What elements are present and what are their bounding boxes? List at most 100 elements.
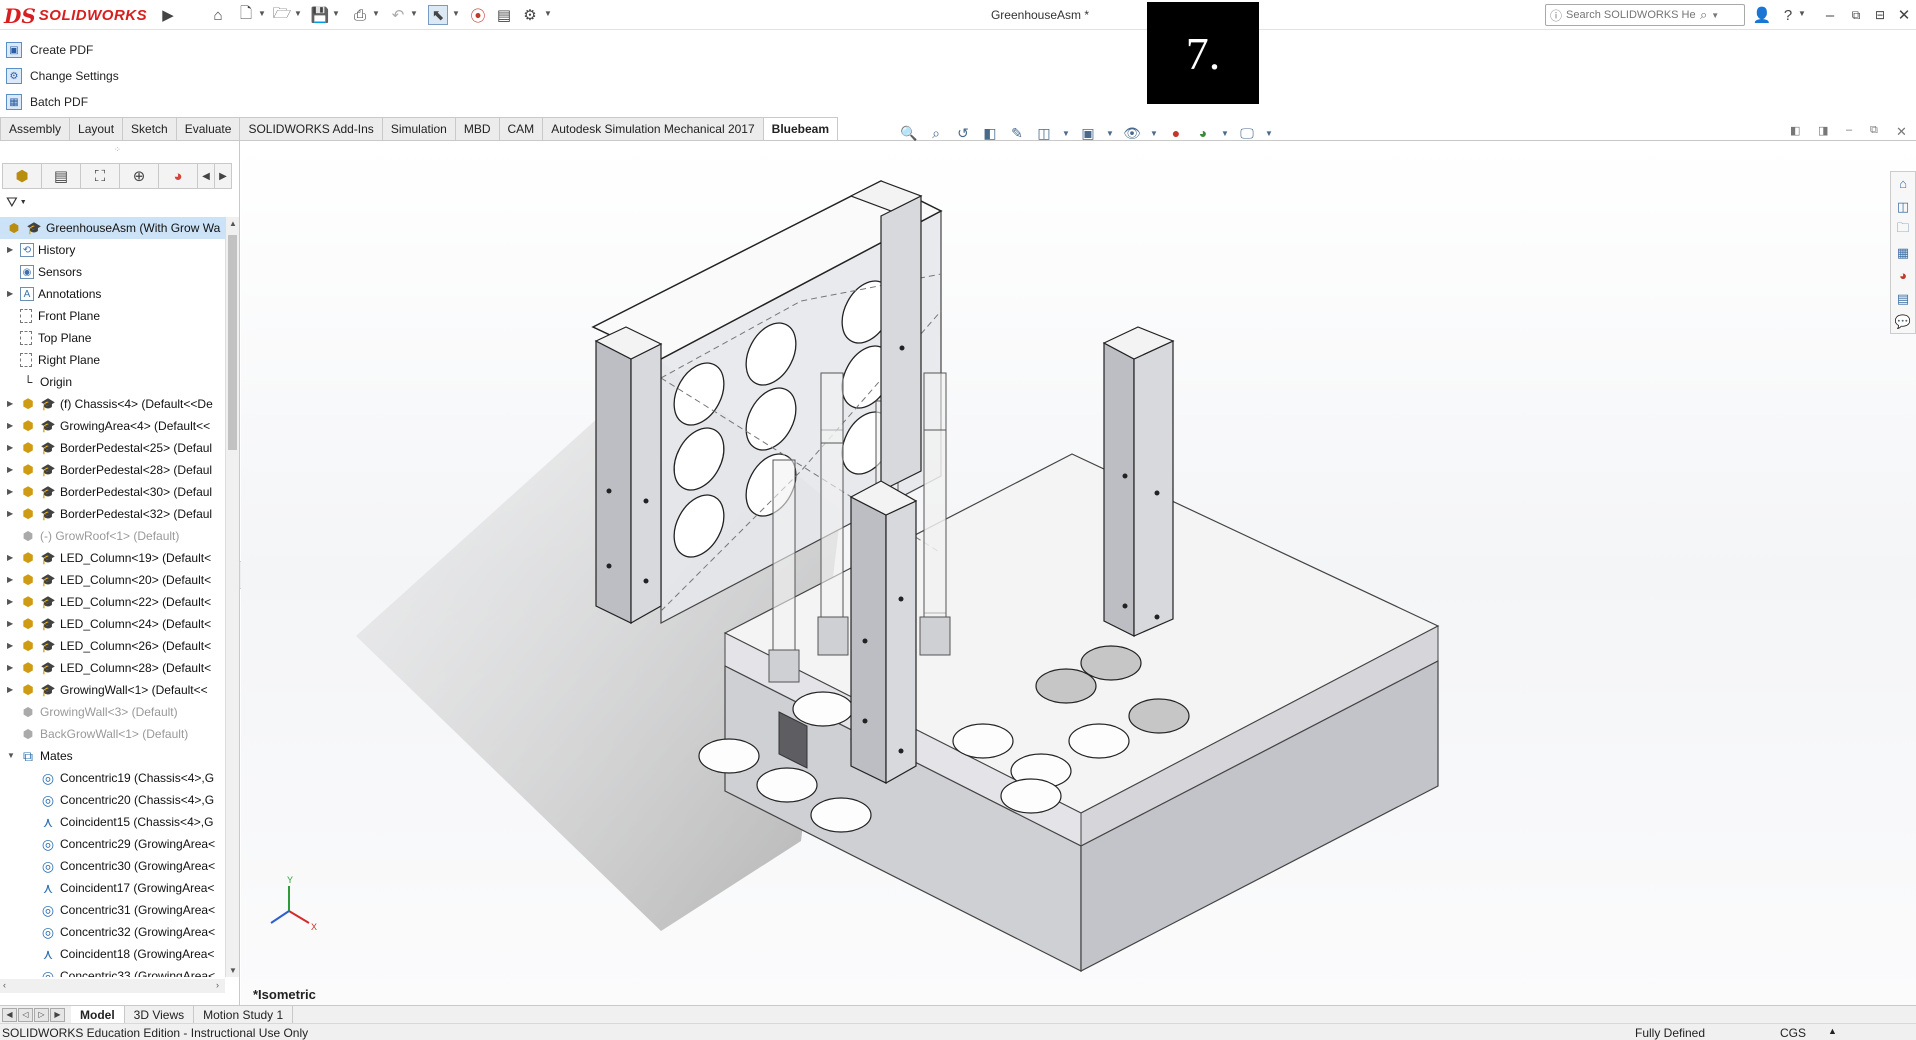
tile-windows-icon[interactable]: ⊟ bbox=[1870, 5, 1890, 25]
tree-node[interactable]: ▶ ⟲ History bbox=[0, 239, 225, 261]
change-settings-button[interactable]: ⚙ Change Settings bbox=[6, 65, 119, 87]
chevron-down-icon[interactable]: ▼ bbox=[1062, 124, 1070, 142]
appearances-icon[interactable]: ◕ bbox=[1891, 264, 1915, 287]
hide-show-items-icon[interactable]: 👁 bbox=[1123, 124, 1141, 142]
tree-node[interactable]: ▶ A Annotations bbox=[0, 283, 225, 305]
create-pdf-button[interactable]: ▣ Create PDF bbox=[6, 39, 93, 61]
tree-node[interactable]: Right Plane bbox=[0, 349, 225, 371]
tree-node[interactable]: ⬢ BackGrowWall<1> (Default) bbox=[0, 723, 225, 745]
zoom-to-area-icon[interactable]: ⌕ bbox=[927, 124, 945, 142]
tree-node[interactable]: ▶ ⬢ 🎓 BorderPedestal<30> (Defaul bbox=[0, 481, 225, 503]
tree-node[interactable]: ◎ Concentric29 (GrowingArea< bbox=[0, 833, 225, 855]
tree-node[interactable]: ▶ ⬢ 🎓 LED_Column<26> (Default< bbox=[0, 635, 225, 657]
expand-arrow-icon[interactable]: ▶ bbox=[7, 465, 13, 474]
search-input[interactable] bbox=[1566, 9, 1697, 21]
expand-arrow-icon[interactable]: ▶ bbox=[7, 487, 13, 496]
new-document-icon[interactable]: 🗋 bbox=[236, 5, 256, 25]
options-gear-icon[interactable]: ⚙ bbox=[520, 5, 540, 25]
expand-arrow-icon[interactable]: ▶ bbox=[7, 399, 13, 408]
display-manager-tab-icon[interactable]: ◕ bbox=[158, 163, 198, 189]
chevron-down-icon[interactable]: ▼ bbox=[1711, 11, 1719, 20]
chevron-down-icon[interactable]: ▼ bbox=[1221, 124, 1229, 142]
expand-arrow-icon[interactable]: ▶ bbox=[7, 575, 13, 584]
tree-node[interactable]: ◎ Concentric19 (Chassis<4>,G bbox=[0, 767, 225, 789]
next-tab-icon[interactable]: ▷ bbox=[34, 1007, 49, 1022]
expand-arrow-icon[interactable]: ▶ bbox=[7, 619, 13, 628]
tree-node[interactable]: ◎ Concentric31 (GrowingArea< bbox=[0, 899, 225, 921]
tab-motion-study[interactable]: Motion Study 1 bbox=[194, 1006, 294, 1023]
prev-tab-icon[interactable]: ◁ bbox=[18, 1007, 33, 1022]
tree-node[interactable]: ⋏ Coincident15 (Chassis<4>,G bbox=[0, 811, 225, 833]
tab-bluebeam[interactable]: Bluebeam bbox=[762, 117, 839, 140]
scroll-right-icon[interactable]: › bbox=[216, 980, 219, 990]
unit-system-selector[interactable]: CGS bbox=[1780, 1026, 1806, 1040]
user-icon[interactable]: 👤 bbox=[1752, 5, 1772, 25]
tree-node[interactable]: ◎ Concentric33 (GrowingArea< bbox=[0, 965, 225, 978]
search-icon[interactable]: ⌕ bbox=[1700, 7, 1707, 23]
print-icon[interactable]: ⎙ bbox=[350, 5, 370, 25]
expand-arrow-icon[interactable]: ▶ bbox=[7, 289, 13, 298]
chevron-down-icon[interactable]: ▼ bbox=[372, 9, 380, 18]
expand-arrow-icon[interactable]: ▶ bbox=[7, 641, 13, 650]
tree-root-assembly[interactable]: ⬢ 🎓 GreenhouseAsm (With Grow Wa bbox=[0, 217, 225, 239]
chevron-down-icon[interactable]: ▼ bbox=[20, 199, 27, 206]
tree-node[interactable]: ⬢ GrowingWall<3> (Default) bbox=[0, 701, 225, 723]
tree-node[interactable]: ▼ ⧉ Mates bbox=[0, 745, 225, 767]
chevron-down-icon[interactable]: ▼ bbox=[1106, 124, 1114, 142]
tile-horizontal-icon[interactable]: ◧ bbox=[1790, 124, 1800, 137]
view-settings-icon[interactable]: 🖵 bbox=[1238, 124, 1256, 142]
tree-node[interactable]: ⋏ Coincident17 (GrowingArea< bbox=[0, 877, 225, 899]
tree-node[interactable]: ▶ ⬢ 🎓 LED_Column<22> (Default< bbox=[0, 591, 225, 613]
chevron-down-icon[interactable]: ▼ bbox=[1150, 124, 1158, 142]
expand-arrow-icon[interactable]: ▶ bbox=[7, 553, 13, 562]
tab-simulation[interactable]: Simulation bbox=[381, 117, 456, 140]
tab-solidworks-addins[interactable]: SOLIDWORKS Add-Ins bbox=[239, 117, 383, 140]
view-palette-icon[interactable]: ▦ bbox=[1891, 241, 1915, 264]
feature-manager-tab-icon[interactable]: ⬢ bbox=[2, 163, 42, 189]
traffic-light-icon[interactable]: ⦿ bbox=[468, 5, 488, 25]
section-view-icon[interactable]: ◧ bbox=[981, 124, 999, 142]
chevron-down-icon[interactable]: ▼ bbox=[258, 9, 266, 18]
tree-node[interactable]: ▶ ⬢ 🎓 BorderPedestal<32> (Defaul bbox=[0, 503, 225, 525]
tile-vertical-icon[interactable]: ◨ bbox=[1818, 124, 1828, 137]
tree-node[interactable]: ▶ ⬢ 🎓 GrowingWall<1> (Default<< bbox=[0, 679, 225, 701]
help-search-box[interactable]: ⓘ ⌕ ▼ bbox=[1545, 4, 1745, 26]
edit-appearance-icon[interactable]: ● bbox=[1167, 124, 1185, 142]
property-manager-tab-icon[interactable]: ▤ bbox=[41, 163, 81, 189]
previous-view-icon[interactable]: ↺ bbox=[954, 124, 972, 142]
select-pointer-icon[interactable]: ⬉ bbox=[428, 5, 448, 25]
chevron-down-icon[interactable]: ▼ bbox=[1798, 9, 1806, 18]
tab-mbd[interactable]: MBD bbox=[454, 117, 500, 140]
first-tab-icon[interactable]: ◀ bbox=[2, 1007, 17, 1022]
home-icon[interactable]: ⌂ bbox=[208, 5, 228, 25]
expand-arrow-icon[interactable]: ▶ bbox=[7, 685, 13, 694]
tree-node[interactable]: ▶ ⬢ 🎓 LED_Column<20> (Default< bbox=[0, 569, 225, 591]
tab-3d-views[interactable]: 3D Views bbox=[125, 1006, 195, 1023]
scrollbar-thumb[interactable] bbox=[228, 235, 237, 450]
tree-node[interactable]: ⋏ Coincident18 (GrowingArea< bbox=[0, 943, 225, 965]
assembly-model[interactable]: Y X bbox=[241, 141, 1916, 1006]
tree-node[interactable]: ▶ ⬢ 🎓 (f) Chassis<4> (Default<<De bbox=[0, 393, 225, 415]
dynamic-annotation-icon[interactable]: ✎ bbox=[1008, 124, 1026, 142]
tree-node[interactable]: ◉ Sensors bbox=[0, 261, 225, 283]
doc-close-icon[interactable]: ✕ bbox=[1896, 124, 1907, 140]
chevron-down-icon[interactable]: ▼ bbox=[452, 9, 460, 18]
tree-node[interactable]: ▶ ⬢ 🎓 GrowingArea<4> (Default<< bbox=[0, 415, 225, 437]
tab-model[interactable]: Model bbox=[71, 1006, 125, 1023]
doc-minimize-icon[interactable]: – bbox=[1846, 124, 1852, 136]
tree-node[interactable]: ▶ ⬢ 🎓 LED_Column<28> (Default< bbox=[0, 657, 225, 679]
custom-properties-icon[interactable]: ▤ bbox=[1891, 287, 1915, 310]
restore-icon[interactable]: ⧉ bbox=[1846, 5, 1866, 25]
chevron-down-icon[interactable]: ▼ bbox=[332, 9, 340, 18]
batch-pdf-button[interactable]: ▦ Batch PDF bbox=[6, 91, 88, 113]
unit-system-arrow-icon[interactable]: ▲ bbox=[1828, 1026, 1837, 1036]
filter-icon[interactable]: ⛛ bbox=[6, 194, 18, 211]
expand-arrow-icon[interactable]: ▶ bbox=[7, 245, 13, 254]
scroll-up-icon[interactable]: ▲ bbox=[229, 219, 237, 228]
tab-cam[interactable]: CAM bbox=[498, 117, 544, 140]
tab-evaluate[interactable]: Evaluate bbox=[175, 117, 241, 140]
solidworks-resources-icon[interactable]: ⌂ bbox=[1891, 172, 1915, 195]
tree-node[interactable]: Front Plane bbox=[0, 305, 225, 327]
expand-arrow-icon[interactable]: ▶ bbox=[7, 597, 13, 606]
expand-arrow-icon[interactable]: ▶ bbox=[7, 663, 13, 672]
